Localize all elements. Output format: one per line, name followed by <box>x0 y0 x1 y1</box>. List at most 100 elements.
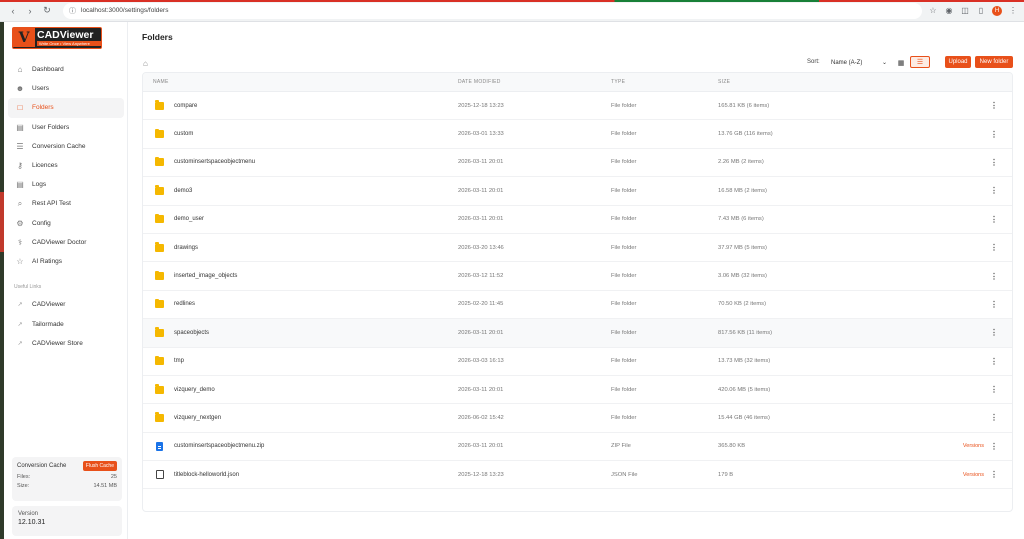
table-row[interactable]: titleblock-helloworld.json 2025-12-18 13:… <box>143 461 1012 490</box>
sidebar-item-user-folders[interactable]: ▤ User Folders <box>8 118 124 137</box>
row-name[interactable]: redlines <box>174 301 195 307</box>
column-name[interactable]: NAME <box>153 79 169 85</box>
row-date: 2025-02-20 11:45 <box>458 301 504 308</box>
more-options-icon[interactable]: ⋮ <box>990 470 998 479</box>
browser-menu-icon[interactable]: ⋮ <box>1008 6 1018 16</box>
more-options-icon[interactable]: ⋮ <box>990 385 998 394</box>
row-name[interactable]: titleblock-helloworld.json <box>174 472 239 478</box>
extension-icon[interactable]: ◉ <box>944 6 954 16</box>
sort-select[interactable]: Name (A-Z) ⌄ <box>829 57 889 68</box>
row-name[interactable]: vizquery_demo <box>174 387 215 393</box>
back-icon[interactable]: ‹ <box>6 4 20 18</box>
folder-icon <box>155 185 164 195</box>
breadcrumb-home-icon[interactable]: ⌂ <box>143 59 148 68</box>
more-options-icon[interactable]: ⋮ <box>990 243 998 252</box>
more-options-icon[interactable]: ⋮ <box>990 215 998 224</box>
sidebar-item-conversion-cache[interactable]: ☰ Conversion Cache <box>8 137 124 156</box>
more-options-icon[interactable]: ⋮ <box>990 357 998 366</box>
row-name[interactable]: custominsertspaceobjectmenu.zip <box>174 443 264 449</box>
cache-files-value: 25 <box>110 474 117 480</box>
brand-logo[interactable]: V CADViewer Write Once • View Anywhere <box>12 27 102 49</box>
site-info-icon[interactable]: ⓘ <box>69 6 76 16</box>
more-options-icon[interactable]: ⋮ <box>990 101 998 110</box>
table-row[interactable]: compare 2025-12-18 13:23 File folder 165.81… <box>143 92 1012 121</box>
sidebar-item-label: Conversion Cache <box>32 142 86 150</box>
more-options-icon[interactable]: ⋮ <box>990 158 998 167</box>
link-label: CADViewer Store <box>32 340 83 348</box>
more-options-icon[interactable]: ⋮ <box>990 413 998 422</box>
flush-cache-button[interactable]: Flush Cache <box>82 461 117 471</box>
table-row[interactable]: inserted_image_objects 2026-03-12 11:52 Fi… <box>143 262 1012 291</box>
row-size: 179 B <box>718 471 734 478</box>
more-options-icon[interactable]: ⋮ <box>990 300 998 309</box>
row-type: File folder <box>611 244 637 251</box>
row-size: 70.50 KB (2 items) <box>718 301 767 308</box>
table-row[interactable]: tmp 2026-03-03 16:13 File folder 13.73 MB (… <box>143 348 1012 376</box>
folder-icon <box>155 242 164 252</box>
more-options-icon[interactable]: ⋮ <box>990 130 998 139</box>
row-name[interactable]: compare <box>174 103 197 109</box>
table-row[interactable]: demo3 2026-03-11 20:01 File folder 16.58 MB… <box>143 177 1012 206</box>
versions-link[interactable]: Versions <box>963 472 984 478</box>
upload-button[interactable]: Upload <box>945 56 971 68</box>
address-bar[interactable]: ⓘ localhost:3000/settings/folders <box>63 2 922 19</box>
new-folder-button[interactable]: New folder <box>975 56 1013 68</box>
table-row[interactable]: demo_user 2026-03-11 20:01 File folder 7.43… <box>143 206 1012 234</box>
sidebar-item-dashboard[interactable]: ⌂ Dashboard <box>8 60 124 79</box>
version-card: Version 12.10.31 <box>12 506 122 536</box>
list-view-toggle[interactable]: ☰ <box>910 56 930 68</box>
row-size: 420.06 MB (5 items) <box>718 386 771 393</box>
sidepanel-icon[interactable]: ▯ <box>976 6 986 16</box>
link-tailormade[interactable]: ↗ Tailormade <box>8 315 124 335</box>
row-name[interactable]: demo3 <box>174 188 192 194</box>
sidebar-item-logs[interactable]: ▤ Logs <box>8 175 124 194</box>
table-row[interactable]: vizquery_demo 2026-03-11 20:01 File folder… <box>143 376 1012 405</box>
column-date-modified[interactable]: DATE MODIFIED <box>458 79 501 85</box>
versions-link[interactable]: Versions <box>963 443 984 449</box>
row-type: File folder <box>611 216 637 223</box>
column-size[interactable]: SIZE <box>718 79 730 85</box>
grid-view-toggle[interactable]: ▦ <box>896 57 906 68</box>
more-options-icon[interactable]: ⋮ <box>990 272 998 281</box>
more-options-icon[interactable]: ⋮ <box>990 328 998 337</box>
row-date: 2026-03-11 20:01 <box>458 386 504 393</box>
table-row[interactable]: custominsertspaceobjectmenu.zip 2026-03-1… <box>143 433 1012 462</box>
table-row[interactable]: spaceobjects 2026-03-11 20:01 File folder 8… <box>143 319 1012 348</box>
forward-icon[interactable]: › <box>23 4 37 18</box>
row-name[interactable]: custom <box>174 131 193 137</box>
sidebar-item-licences[interactable]: ⚷ Licences <box>8 156 124 175</box>
table-row[interactable]: redlines 2025-02-20 11:45 File folder 70.50… <box>143 291 1012 320</box>
row-name[interactable]: custominsertspaceobjectmenu <box>174 159 255 165</box>
table-row[interactable]: custom 2026-03-01 13:33 File folder 13.76 G… <box>143 120 1012 149</box>
more-options-icon[interactable]: ⋮ <box>990 186 998 195</box>
row-name[interactable]: tmp <box>174 358 184 364</box>
sidebar-item-folders[interactable]: □ Folders <box>8 98 124 118</box>
sidebar-item-config[interactable]: ⚙ Config <box>8 214 124 233</box>
sidebar-item-rest-api-test[interactable]: ⌕ Rest API Test <box>8 194 124 213</box>
table-row[interactable]: vizquery_nextgen 2026-06-02 15:42 File fol… <box>143 404 1012 433</box>
more-options-icon[interactable]: ⋮ <box>990 442 998 451</box>
table-header: NAME DATE MODIFIED TYPE SIZE <box>143 73 1012 92</box>
bookmark-star-icon[interactable]: ☆ <box>928 6 938 16</box>
grid-icon: ▦ <box>897 59 905 67</box>
row-name[interactable]: vizquery_nextgen <box>174 415 221 421</box>
table-row[interactable]: custominsertspaceobjectmenu 2026-03-11 20… <box>143 149 1012 178</box>
profile-avatar[interactable]: H <box>992 5 1002 16</box>
sidebar-item-users[interactable]: ☻ Users <box>8 79 124 98</box>
link-cadviewer-store[interactable]: ↗ CADViewer Store <box>8 334 124 354</box>
row-name[interactable]: demo_user <box>174 216 204 222</box>
sidebar-item-label: CADViewer Doctor <box>32 238 87 246</box>
extensions-puzzle-icon[interactable]: ◫ <box>960 6 970 16</box>
column-type[interactable]: TYPE <box>611 79 625 85</box>
row-name[interactable]: spaceobjects <box>174 330 209 336</box>
list-icon: ☰ <box>916 59 924 66</box>
sidebar-item-cadviewer-doctor[interactable]: ⚕ CADViewer Doctor <box>8 233 124 252</box>
folder-icon <box>155 298 164 309</box>
sidebar-item-ai-ratings[interactable]: ☆ AI Ratings <box>8 252 124 271</box>
sidebar-item-label: User Folders <box>32 123 70 131</box>
reload-icon[interactable]: ↻ <box>40 4 54 18</box>
row-name[interactable]: inserted_image_objects <box>174 273 237 279</box>
row-name[interactable]: drawings <box>174 245 198 251</box>
table-row[interactable]: drawings 2026-03-20 13:46 File folder 37.97… <box>143 234 1012 263</box>
link-cadviewer[interactable]: ↗ CADViewer <box>8 295 124 315</box>
